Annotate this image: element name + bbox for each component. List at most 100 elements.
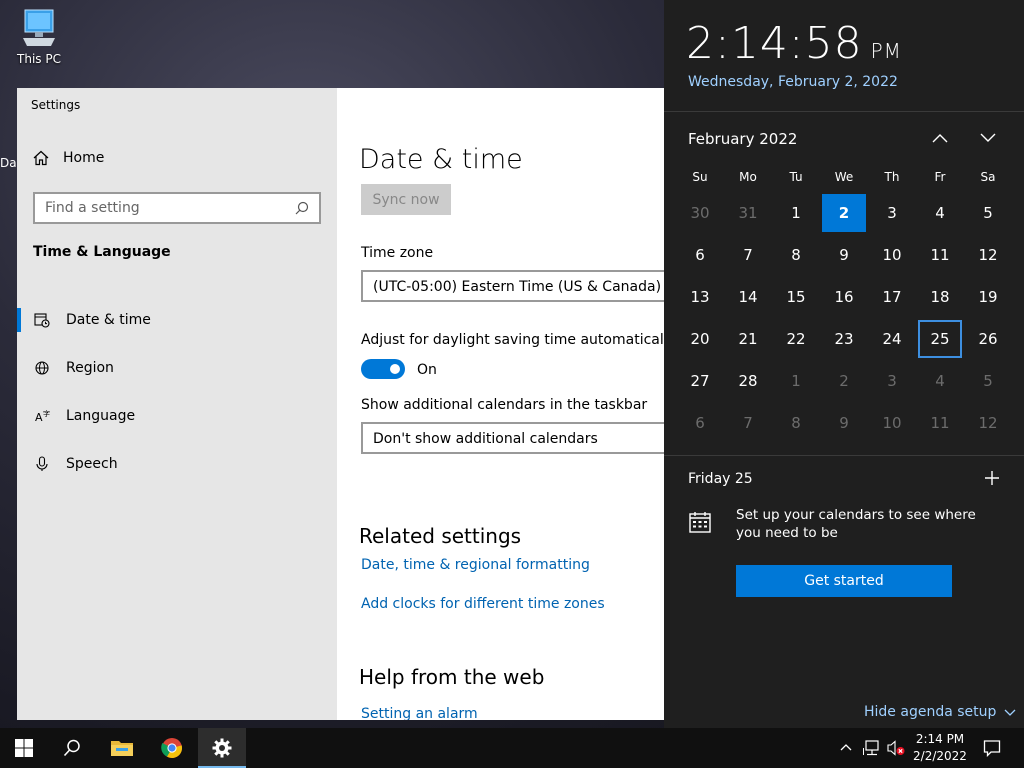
- calendar-day[interactable]: 8: [772, 234, 820, 276]
- calendar-day[interactable]: 26: [964, 318, 1012, 360]
- calendar-day[interactable]: 13: [676, 276, 724, 318]
- calendar-day[interactable]: 28: [724, 360, 772, 402]
- calendar-day[interactable]: 3: [868, 360, 916, 402]
- desktop-icon-partial-label: Da: [0, 156, 16, 170]
- calendar-day[interactable]: 5: [964, 192, 1012, 234]
- desktop-icon-label: This PC: [17, 52, 61, 66]
- show-hidden-icons-button[interactable]: [836, 728, 856, 768]
- day-of-week-label: Fr: [934, 170, 946, 184]
- calendar-day[interactable]: 7: [724, 402, 772, 444]
- dst-toggle[interactable]: [361, 359, 405, 379]
- calendar-day[interactable]: 5: [964, 360, 1012, 402]
- calendar-day[interactable]: 2: [820, 360, 868, 402]
- calendar-day[interactable]: 31: [724, 192, 772, 234]
- calendar-day[interactable]: 1: [772, 360, 820, 402]
- calendar-day[interactable]: 6: [676, 402, 724, 444]
- network-button[interactable]: [860, 728, 884, 768]
- start-button[interactable]: [0, 728, 48, 768]
- calendar-day[interactable]: 14: [724, 276, 772, 318]
- next-month-button[interactable]: [976, 128, 1000, 148]
- calendar-day[interactable]: 17: [868, 276, 916, 318]
- file-explorer-icon: [111, 741, 133, 756]
- prev-month-button[interactable]: [928, 128, 952, 148]
- nav-item-speech[interactable]: Speech: [17, 440, 337, 488]
- calendar-week-row: 20 21 22 23 24 25 26: [676, 318, 1012, 360]
- chrome-button[interactable]: [148, 728, 196, 768]
- calendar-day[interactable]: 1: [772, 192, 820, 234]
- hide-agenda-button[interactable]: Hide agenda setup: [864, 704, 1016, 720]
- chevron-up-icon: [932, 134, 948, 143]
- hide-agenda-label: Hide agenda setup: [864, 704, 997, 720]
- network-icon: [863, 740, 879, 756]
- day-of-week-row: Su Mo Tu We Th Fr Sa: [676, 162, 1012, 192]
- calendar-day[interactable]: 16: [820, 276, 868, 318]
- calendar-day[interactable]: 11: [916, 234, 964, 276]
- nav-item-date-time[interactable]: Date & time: [17, 296, 337, 344]
- flyout-date-link[interactable]: Wednesday, February 2, 2022: [688, 74, 898, 90]
- home-icon: [33, 150, 49, 166]
- calendar-day-number: 6: [695, 246, 705, 264]
- calendar-day-number: 9: [839, 246, 849, 264]
- file-explorer-button[interactable]: [98, 728, 146, 768]
- settings-sidebar: Settings Home Time & Language Date & tim…: [17, 88, 337, 720]
- nav-item-region[interactable]: Region: [17, 344, 337, 392]
- calendar-day[interactable]: 15: [772, 276, 820, 318]
- search-icon: [63, 739, 80, 757]
- link-add-clocks[interactable]: Add clocks for different time zones: [361, 596, 605, 612]
- calendar-day-selected[interactable]: 25: [916, 318, 964, 360]
- day-of-week-label: Th: [884, 170, 900, 184]
- calendar-day[interactable]: 18: [916, 276, 964, 318]
- calendar-day[interactable]: 27: [676, 360, 724, 402]
- calendar-day-number: 2: [839, 372, 849, 390]
- calendar-day-today[interactable]: 2: [820, 192, 868, 234]
- calendar-day[interactable]: 4: [916, 360, 964, 402]
- calendar-day[interactable]: 11: [916, 402, 964, 444]
- nav-home[interactable]: Home: [33, 150, 104, 166]
- get-started-button[interactable]: Get started: [736, 565, 952, 597]
- calendar-day-number: 1: [791, 372, 801, 390]
- search-input[interactable]: [45, 200, 275, 216]
- calendar-day[interactable]: 3: [868, 192, 916, 234]
- taskbar-search-button[interactable]: [48, 728, 96, 768]
- action-center-button[interactable]: [976, 728, 1008, 768]
- settings-taskbar-button[interactable]: [198, 728, 246, 768]
- calendar-week-row: 13 14 15 16 17 18 19: [676, 276, 1012, 318]
- calendar-icon: [689, 512, 711, 533]
- add-event-button[interactable]: [982, 468, 1002, 488]
- calendar-day[interactable]: 4: [916, 192, 964, 234]
- timezone-select[interactable]: (UTC-05:00) Eastern Time (US & Canada): [361, 270, 664, 302]
- calendar-day[interactable]: 22: [772, 318, 820, 360]
- calendar-day[interactable]: 10: [868, 234, 916, 276]
- link-regional-formatting[interactable]: Date, time & regional formatting: [361, 557, 590, 573]
- calendar-day[interactable]: 20: [676, 318, 724, 360]
- calendar-day-number: 3: [887, 372, 897, 390]
- link-setting-alarm[interactable]: Setting an alarm: [361, 706, 478, 720]
- calendar-day[interactable]: 9: [820, 234, 868, 276]
- search-box[interactable]: [33, 192, 321, 224]
- calendar-day[interactable]: 12: [964, 234, 1012, 276]
- calendar-day[interactable]: 10: [868, 402, 916, 444]
- taskbar-clock[interactable]: 2:14 PM 2/2/2022: [908, 731, 972, 765]
- month-label[interactable]: February 2022: [688, 130, 797, 148]
- nav-item-language[interactable]: A字 Language: [17, 392, 337, 440]
- calendar-day[interactable]: 19: [964, 276, 1012, 318]
- additional-calendars-select[interactable]: Don't show additional calendars: [361, 422, 664, 454]
- calendar-day[interactable]: 23: [820, 318, 868, 360]
- calendar-day-number: 13: [690, 288, 710, 306]
- calendar-day[interactable]: 30: [676, 192, 724, 234]
- calendar-day[interactable]: 6: [676, 234, 724, 276]
- calendar-day[interactable]: 12: [964, 402, 1012, 444]
- sync-now-button[interactable]: Sync now: [361, 184, 451, 215]
- calendar-day[interactable]: 9: [820, 402, 868, 444]
- calendar-day[interactable]: 7: [724, 234, 772, 276]
- desktop-icon-this-pc[interactable]: This PC: [12, 8, 66, 66]
- svg-text:A: A: [35, 411, 43, 424]
- calendar-day[interactable]: 24: [868, 318, 916, 360]
- calendar-day-number: 11: [930, 414, 950, 432]
- volume-muted-icon: [887, 740, 905, 756]
- calendar-day[interactable]: 8: [772, 402, 820, 444]
- nav-home-label: Home: [63, 150, 105, 166]
- calendar-day[interactable]: 21: [724, 318, 772, 360]
- tray-time: 2:14 PM: [915, 732, 965, 746]
- volume-button[interactable]: [884, 728, 908, 768]
